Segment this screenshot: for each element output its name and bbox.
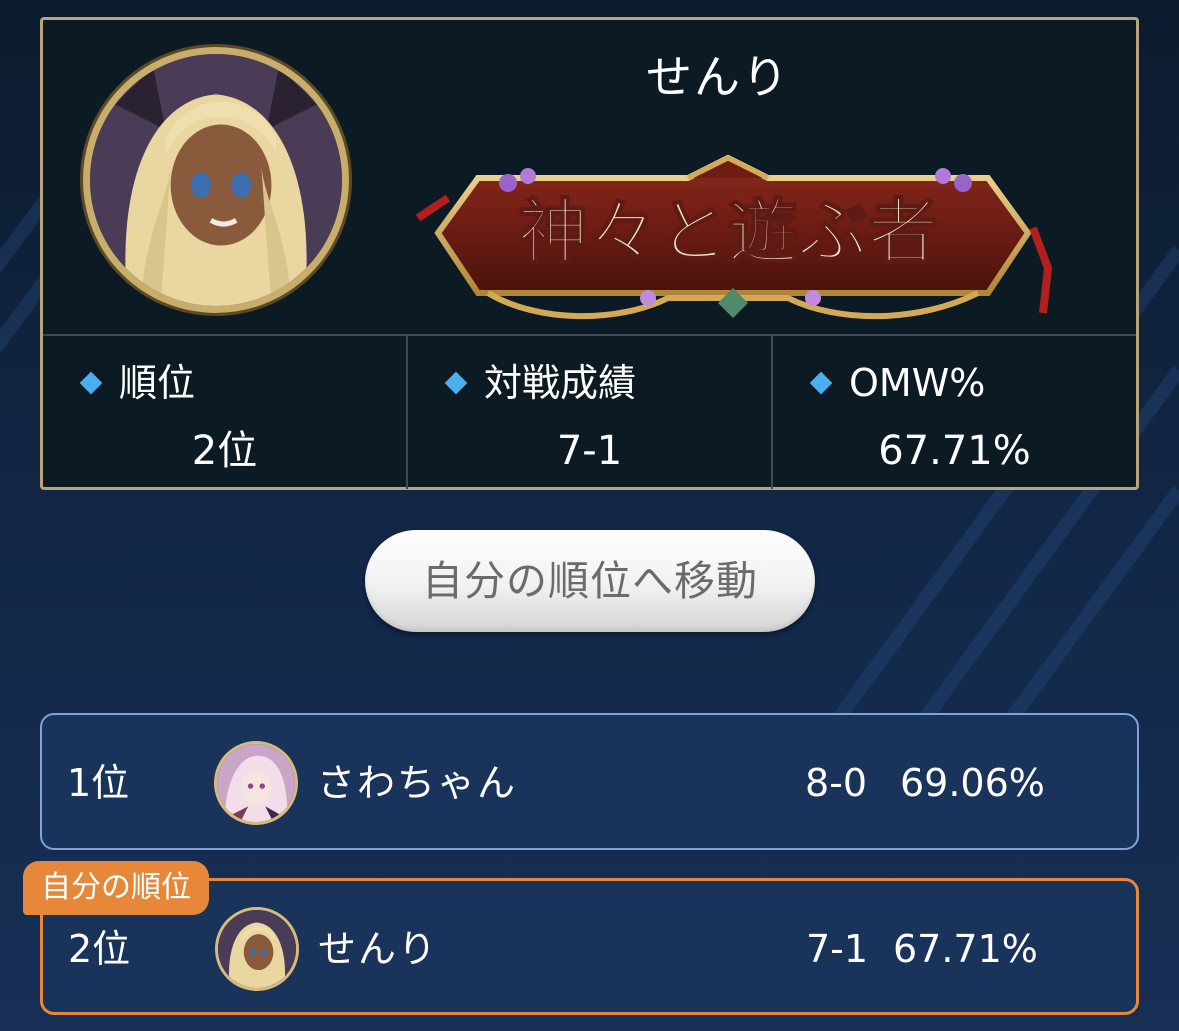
rank-number: 1位 bbox=[67, 761, 130, 805]
stats-row: 順位 2位 対戦成績 7-1 OMW% 67.71% bbox=[43, 334, 1136, 489]
stat-rank-value: 2位 bbox=[191, 428, 258, 474]
stat-rank: 順位 2位 bbox=[43, 336, 408, 489]
player-avatar-icon bbox=[83, 47, 349, 313]
stat-record: 対戦成績 7-1 bbox=[408, 336, 773, 489]
diamond-icon bbox=[809, 371, 833, 395]
player-profile-card: せんり 神々と遊ぶ者 順位 2位 対戦成績 7-1 OMW% 67.71% bbox=[40, 17, 1139, 490]
diamond-icon bbox=[444, 371, 468, 395]
title-emblem-text: 神々と遊ぶ者 bbox=[518, 190, 938, 273]
diamond-icon bbox=[79, 371, 103, 395]
player-name: せんり bbox=[318, 927, 439, 971]
player-avatar-icon bbox=[214, 741, 298, 825]
player-name: せんり bbox=[646, 50, 790, 104]
stat-record-label: 対戦成績 bbox=[484, 361, 637, 405]
stat-rank-label: 順位 bbox=[119, 361, 196, 405]
match-record: 8-0 bbox=[805, 761, 868, 805]
stat-omw: OMW% 67.71% bbox=[773, 336, 1136, 489]
stat-record-value: 7-1 bbox=[556, 428, 623, 474]
stat-omw-value: 67.71% bbox=[878, 428, 1031, 474]
player-name: さわちゃん bbox=[317, 761, 518, 805]
omw-percent: 67.71% bbox=[893, 927, 1038, 971]
ranking-row[interactable]: 1位 さわちゃん 8-0 69.06% bbox=[40, 713, 1139, 850]
rank-number: 2位 bbox=[68, 927, 131, 971]
title-emblem: 神々と遊ぶ者 bbox=[388, 138, 1068, 328]
match-record: 7-1 bbox=[806, 927, 869, 971]
player-avatar-icon bbox=[215, 907, 299, 991]
my-rank-badge: 自分の順位 bbox=[23, 861, 209, 915]
omw-percent: 69.06% bbox=[900, 761, 1045, 805]
move-to-my-rank-button[interactable]: 自分の順位へ移動 bbox=[365, 530, 815, 632]
stat-omw-label: OMW% bbox=[849, 361, 986, 405]
